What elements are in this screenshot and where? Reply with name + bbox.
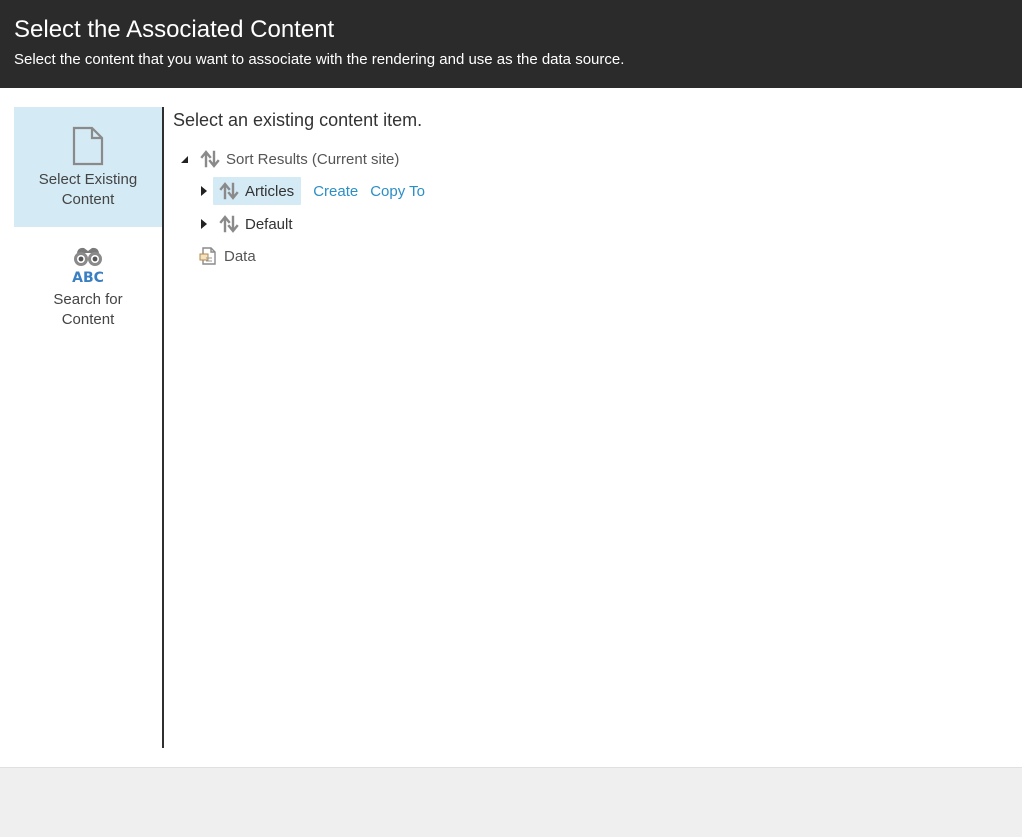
collapse-arrow-icon[interactable] <box>178 153 190 165</box>
data-document-icon <box>198 246 218 266</box>
tree-row-data: Data <box>192 242 263 270</box>
sidebar-item-label: Select Existing <box>38 171 138 188</box>
svg-text:ABC: ABC <box>72 270 104 285</box>
expand-arrow-icon[interactable] <box>198 218 210 230</box>
dialog-title: Select the Associated Content <box>14 16 335 43</box>
tree-node-label: Default <box>245 215 293 233</box>
expand-arrow-icon[interactable] <box>198 185 210 197</box>
sidebar-item-select-existing[interactable]: Select Existing Content <box>14 107 162 227</box>
document-icon <box>70 126 106 166</box>
tree-row-root: Sort Results (Current site) <box>178 145 406 173</box>
copy-to-link[interactable]: Copy To <box>370 183 425 200</box>
sidebar: Select Existing Content ABC Search for C… <box>14 107 162 747</box>
main-heading: Select an existing content item. <box>173 110 423 130</box>
sidebar-item-label: Content <box>61 311 115 328</box>
create-link[interactable]: Create <box>313 183 358 200</box>
dialog-header: Select the Associated Content Select the… <box>0 0 1022 88</box>
sidebar-divider <box>162 107 164 748</box>
tree-node-default[interactable]: Default <box>213 210 300 238</box>
tree-node-label: Articles <box>245 182 295 200</box>
tree-node-label: Sort Results (Current site) <box>226 150 400 168</box>
tree-node-articles[interactable]: Articles <box>213 177 302 205</box>
tree-node-label: Data <box>224 247 256 265</box>
tree-row-default: Default <box>198 210 300 238</box>
sidebar-item-label: Content <box>61 191 115 208</box>
sort-arrows-icon <box>219 181 239 201</box>
sort-arrows-icon <box>200 149 220 169</box>
sidebar-item-search[interactable]: ABC Search for Content <box>14 227 162 347</box>
sort-arrows-icon <box>219 214 239 234</box>
binoculars-abc-icon: ABC <box>70 245 106 286</box>
tree-node-data[interactable]: Data <box>192 242 263 270</box>
dialog-subtitle: Select the content that you want to asso… <box>14 51 625 68</box>
tree-row-articles: Articles Create Copy To <box>198 177 425 205</box>
tree-node-sort-results[interactable]: Sort Results (Current site) <box>198 145 406 173</box>
dialog-footer <box>0 767 1022 837</box>
sidebar-item-label: Search for <box>53 291 123 308</box>
